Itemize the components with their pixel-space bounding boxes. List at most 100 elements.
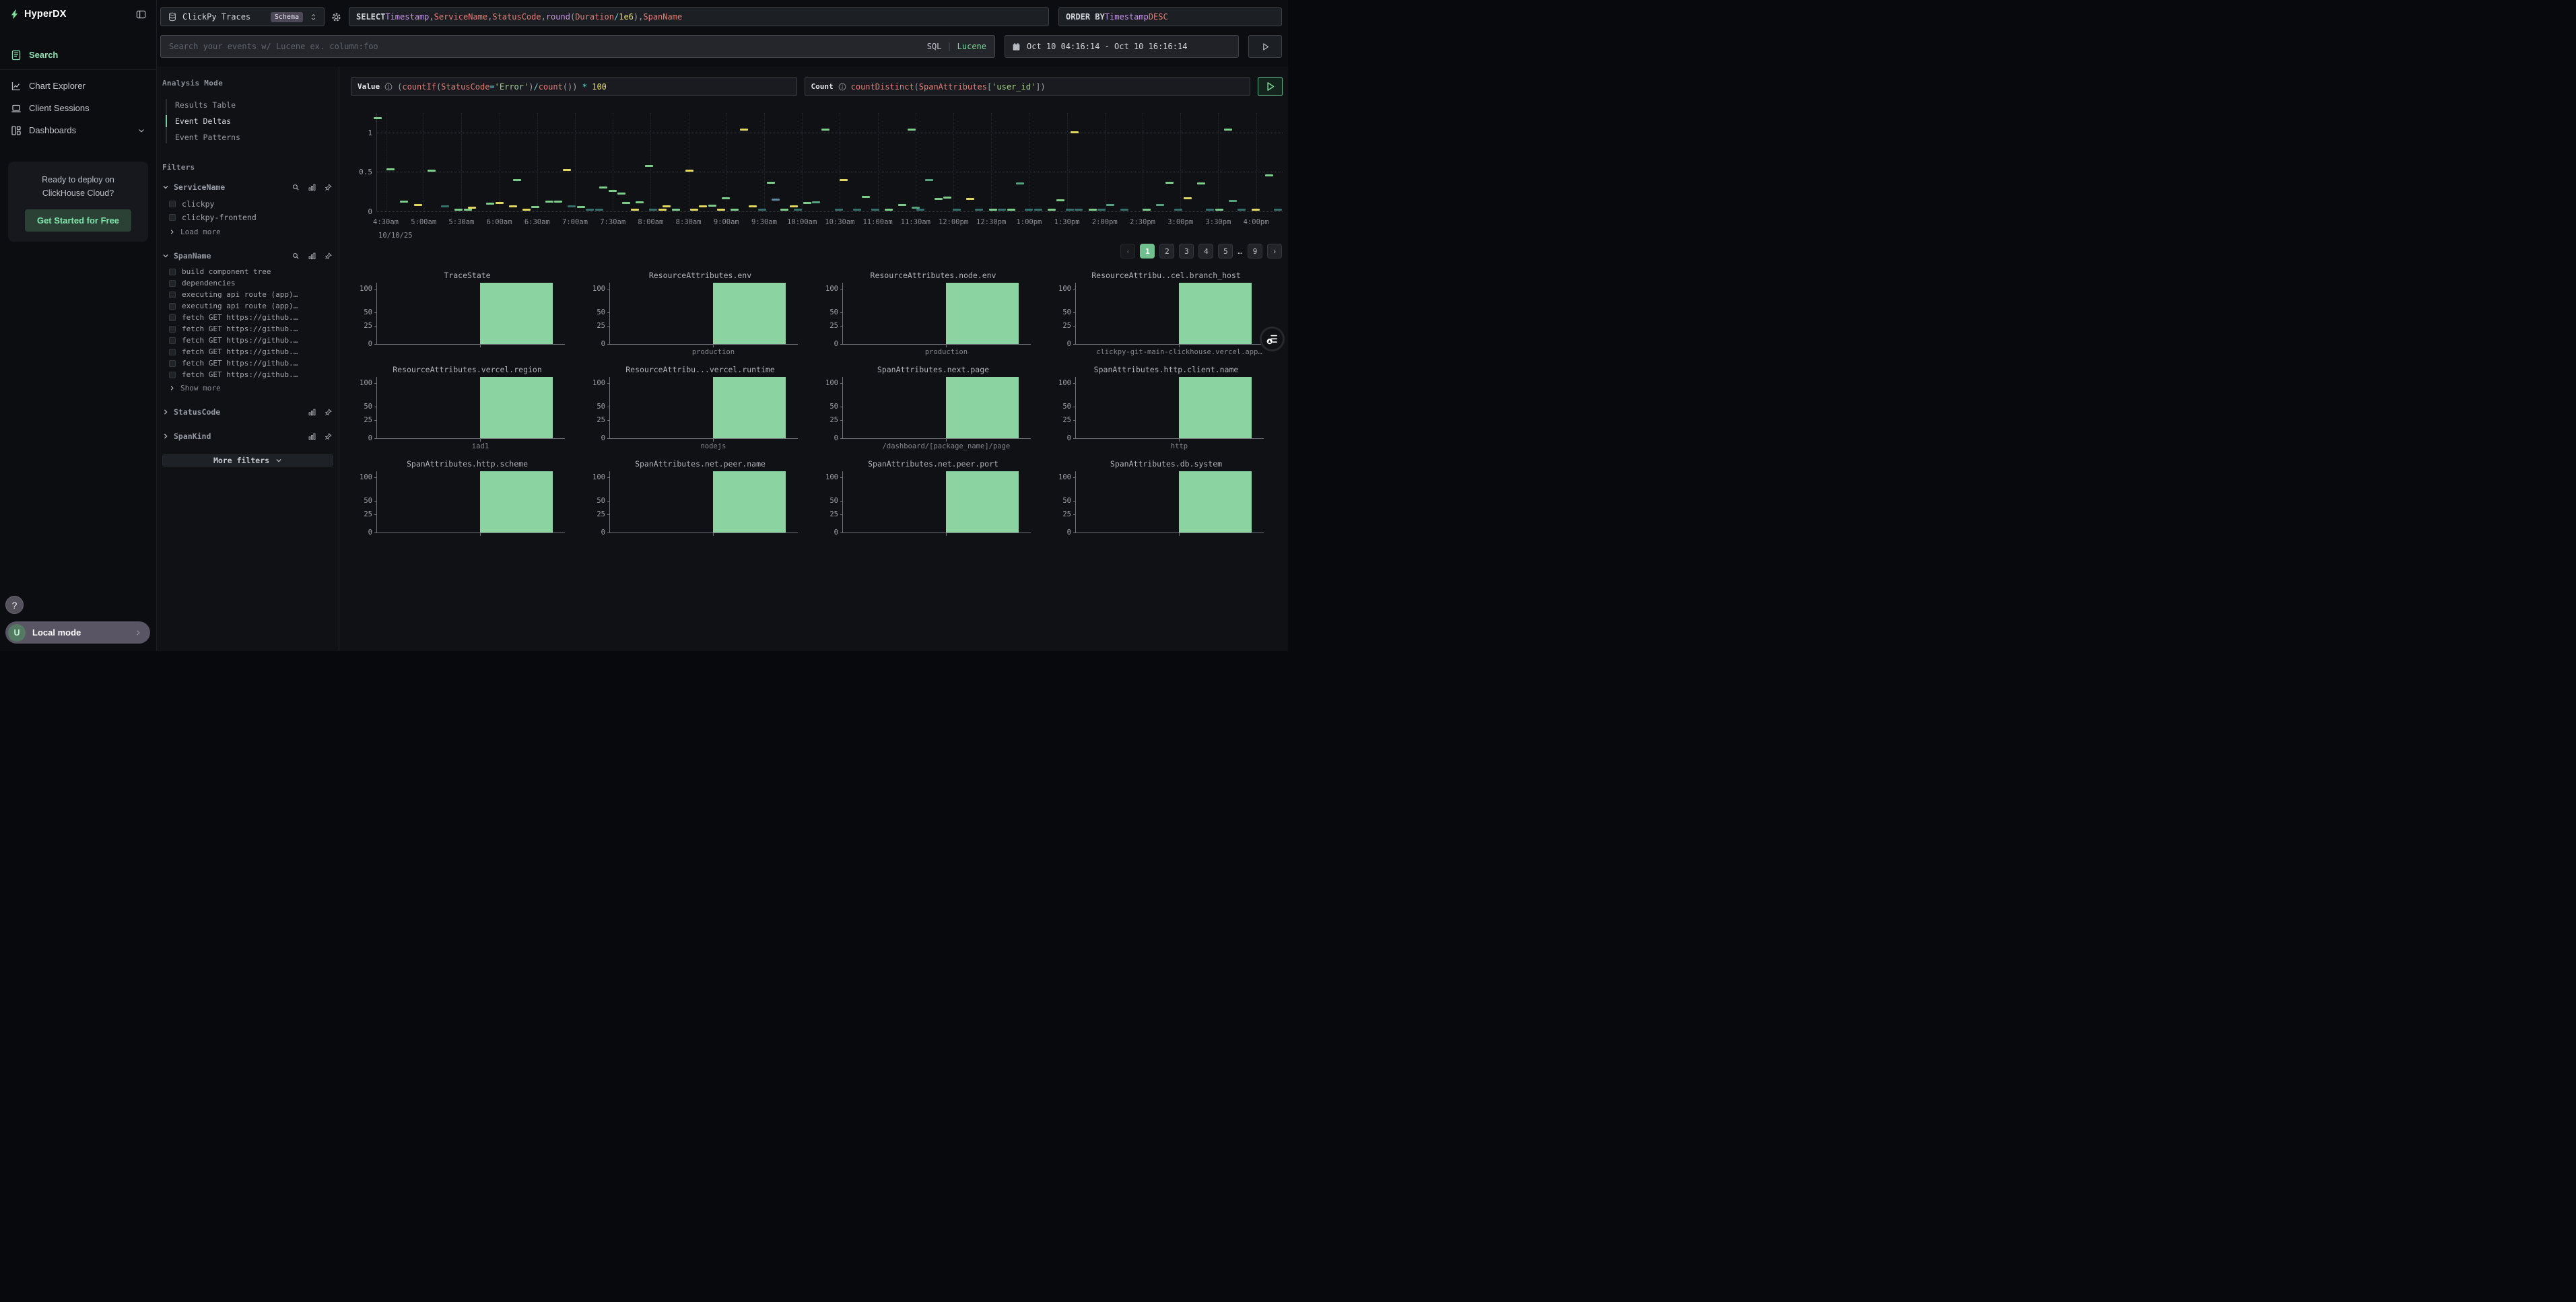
filter-item[interactable]: executing api route (app)… xyxy=(162,289,333,300)
checkbox[interactable] xyxy=(169,360,176,367)
orderby-expression-input[interactable]: ORDER BY Timestamp DESC xyxy=(1058,7,1282,26)
filter-item[interactable]: fetch GET https://github.… xyxy=(162,346,333,357)
mini-chart: ResourceAttribu...vercel.runtime10050250… xyxy=(584,364,817,458)
filter-item[interactable]: executing api route (app)… xyxy=(162,300,333,312)
gear-icon[interactable] xyxy=(329,7,343,26)
checkbox[interactable] xyxy=(169,372,176,378)
account-menu[interactable]: U Local mode xyxy=(5,621,150,644)
y-axis-label: 25 xyxy=(1062,416,1071,424)
filter-item[interactable]: fetch GET https://github.… xyxy=(162,369,333,380)
mini-chart-bar[interactable] xyxy=(1179,377,1251,438)
mini-chart-bar[interactable] xyxy=(946,283,1018,344)
filter-item[interactable]: clickpy xyxy=(162,197,333,211)
checkbox[interactable] xyxy=(169,269,176,275)
sidebar-collapse-icon[interactable] xyxy=(136,9,146,20)
main-column: ClickPy Traces Schema SELECT Timestamp, … xyxy=(157,0,1288,651)
mini-chart-bar[interactable] xyxy=(1179,471,1251,533)
pagination-page-9[interactable]: 9 xyxy=(1248,244,1262,259)
sidebar-item-dashboards[interactable]: Dashboards xyxy=(0,119,156,141)
checkbox[interactable] xyxy=(169,314,176,321)
help-button[interactable]: ? xyxy=(5,596,24,614)
filter-group-header[interactable]: StatusCode xyxy=(162,407,333,417)
search-input[interactable]: Search your events w/ Lucene ex. column:… xyxy=(160,35,995,58)
delta-mark xyxy=(975,209,983,211)
pagination-page-5[interactable]: 5 xyxy=(1218,244,1233,259)
checkbox[interactable] xyxy=(169,337,176,344)
filter-item[interactable]: dependencies xyxy=(162,277,333,289)
pagination-page-1[interactable]: 1 xyxy=(1140,244,1155,259)
filter-group-header[interactable]: ServiceName xyxy=(162,182,333,192)
bar-chart-icon[interactable] xyxy=(308,433,316,440)
sql-mode-button[interactable]: SQL xyxy=(927,42,942,51)
filter-group-header[interactable]: SpanKind xyxy=(162,432,333,441)
pagination-page-2[interactable]: 2 xyxy=(1159,244,1174,259)
pagination-next[interactable]: › xyxy=(1267,244,1282,259)
run-query-button[interactable] xyxy=(1258,77,1283,96)
filter-item[interactable]: fetch GET https://github.… xyxy=(162,357,333,369)
mode-event-deltas[interactable]: Event Deltas xyxy=(162,113,333,129)
get-started-button[interactable]: Get Started for Free xyxy=(25,209,131,232)
search-icon[interactable] xyxy=(292,252,300,260)
mini-chart-bar[interactable] xyxy=(480,283,552,344)
mini-chart-bar[interactable] xyxy=(480,377,552,438)
filter-item-label: fetch GET https://github.… xyxy=(182,336,298,345)
value-expression-input[interactable]: Value (countIf(StatusCode='Error')/count… xyxy=(351,77,797,96)
search-run-button[interactable] xyxy=(1248,35,1282,58)
mode-results-table[interactable]: Results Table xyxy=(162,97,333,113)
checkbox[interactable] xyxy=(169,326,176,333)
filter-item[interactable]: fetch GET https://github.… xyxy=(162,323,333,335)
filter-item[interactable]: clickpy-frontend xyxy=(162,211,333,224)
checkbox[interactable] xyxy=(169,280,176,287)
y-axis-tick xyxy=(607,383,610,384)
mini-chart-bar[interactable] xyxy=(713,471,785,533)
load-more-button[interactable]: Load more xyxy=(162,224,333,236)
source-select[interactable]: ClickPy Traces Schema xyxy=(160,7,325,26)
pagination-prev[interactable]: ‹ xyxy=(1120,244,1135,259)
pagination-page-4[interactable]: 4 xyxy=(1198,244,1213,259)
lucene-mode-button[interactable]: Lucene xyxy=(957,42,986,51)
pin-icon[interactable] xyxy=(325,409,332,416)
mini-chart-bar[interactable] xyxy=(480,471,552,533)
y-axis-label: 25 xyxy=(364,322,372,330)
delta-mark xyxy=(780,209,788,211)
filter-group-statuscode: StatusCode xyxy=(162,407,333,417)
mini-chart-bar[interactable] xyxy=(1179,283,1251,344)
filter-item[interactable]: fetch GET https://github.… xyxy=(162,312,333,323)
filter-item[interactable]: fetch GET https://github.… xyxy=(162,335,333,346)
checkbox[interactable] xyxy=(169,201,176,207)
mini-chart-bar[interactable] xyxy=(946,377,1018,438)
checkbox[interactable] xyxy=(169,292,176,298)
sidebar-item-chart-explorer[interactable]: Chart Explorer xyxy=(0,75,156,97)
bar-chart-icon[interactable] xyxy=(308,184,316,191)
event-feed-widget-button[interactable] xyxy=(1260,327,1285,351)
deltas-plot[interactable]: 10/10/25 4:30am5:00am5:30am6:00am6:30am7… xyxy=(376,113,1283,211)
pagination-page-3[interactable]: 3 xyxy=(1179,244,1194,259)
sidebar-item-client-sessions[interactable]: Client Sessions xyxy=(0,97,156,119)
y-axis-tick xyxy=(1073,326,1076,327)
pin-icon[interactable] xyxy=(325,433,332,440)
filter-group-header[interactable]: SpanName xyxy=(162,251,333,261)
checkbox[interactable] xyxy=(169,303,176,310)
select-expression-input[interactable]: SELECT Timestamp, ServiceName, StatusCod… xyxy=(349,7,1049,26)
bar-chart-icon[interactable] xyxy=(308,252,316,260)
delta-mark xyxy=(953,209,961,211)
y-axis-label: 0 xyxy=(834,434,838,442)
search-icon[interactable] xyxy=(292,184,300,191)
delta-mark xyxy=(1075,209,1083,211)
mini-chart-bar[interactable] xyxy=(713,377,785,438)
bar-chart-icon[interactable] xyxy=(308,409,316,416)
y-axis-label: 0 xyxy=(601,340,605,348)
mini-chart-bar[interactable] xyxy=(713,283,785,344)
date-range-picker[interactable]: Oct 10 04:16:14 - Oct 10 16:16:14 xyxy=(1005,35,1239,58)
show-more-button[interactable]: Show more xyxy=(162,380,333,392)
mini-chart-bar[interactable] xyxy=(946,471,1018,533)
sidebar-item-search[interactable]: Search xyxy=(0,44,156,66)
pin-icon[interactable] xyxy=(325,252,332,260)
filter-item[interactable]: build component tree xyxy=(162,266,333,277)
checkbox[interactable] xyxy=(169,214,176,221)
pin-icon[interactable] xyxy=(325,184,332,191)
count-expression-input[interactable]: Count countDistinct(SpanAttributes['user… xyxy=(805,77,1251,96)
more-filters-button[interactable]: More filters xyxy=(162,454,333,467)
mode-event-patterns[interactable]: Event Patterns xyxy=(162,129,333,145)
checkbox[interactable] xyxy=(169,349,176,355)
